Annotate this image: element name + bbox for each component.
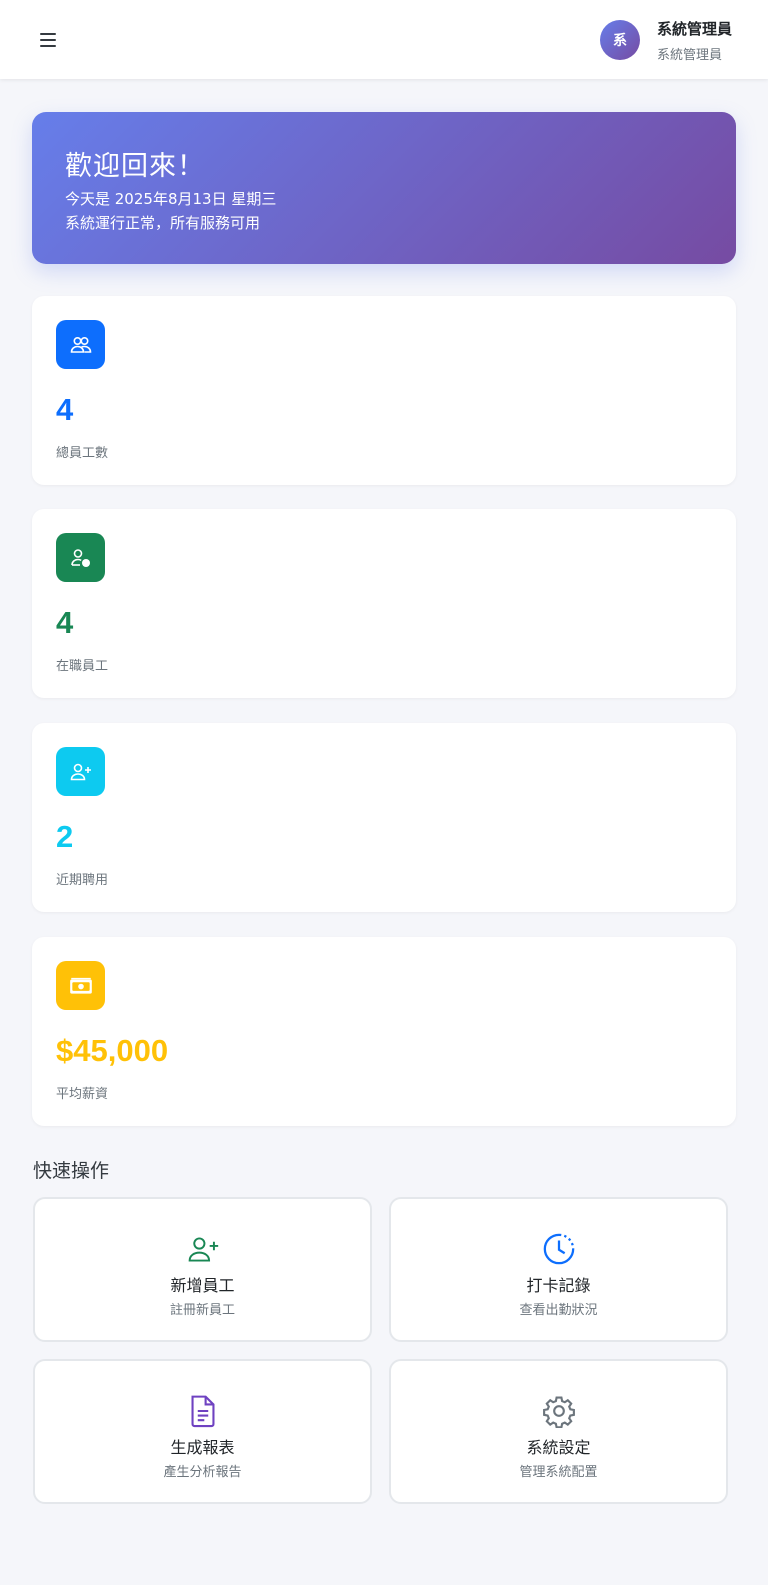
clock-icon	[541, 1231, 577, 1267]
generate-report-button[interactable]: 生成報表 產生分析報告	[33, 1359, 372, 1504]
stat-card-average-salary: $45,000 平均薪資	[32, 937, 736, 1126]
cash-icon	[56, 961, 105, 1010]
attendance-records-button[interactable]: 打卡記錄 查看出勤狀況	[389, 1197, 728, 1342]
action-title: 生成報表	[170, 1438, 235, 1457]
user-name: 系統管理員	[657, 20, 733, 38]
stat-card-total-employees: 4 總員工數	[32, 296, 736, 485]
people-icon	[56, 320, 105, 369]
gear-icon	[541, 1393, 577, 1429]
avatar[interactable]: 系	[600, 20, 640, 60]
action-subtitle: 管理系統配置	[519, 1465, 598, 1480]
stat-label: 平均薪資	[56, 1087, 109, 1102]
action-subtitle: 註冊新員工	[169, 1303, 235, 1318]
action-subtitle: 查看出勤狀況	[519, 1303, 598, 1318]
person-check-icon	[56, 533, 105, 582]
stat-value: 2	[56, 819, 74, 854]
person-add-icon	[185, 1231, 221, 1267]
stat-label: 在職員工	[56, 659, 109, 674]
stat-value: $45,000	[56, 1033, 169, 1068]
action-subtitle: 產生分析報告	[163, 1465, 242, 1480]
system-settings-button[interactable]: 系統設定 管理系統配置	[389, 1359, 728, 1504]
person-add-icon	[56, 747, 105, 796]
stat-card-recent-hires: 2 近期聘用	[32, 723, 736, 912]
add-employee-button[interactable]: 新增員工 註冊新員工	[33, 1197, 372, 1342]
stat-label: 總員工數	[56, 446, 109, 461]
hamburger-icon[interactable]	[38, 30, 60, 50]
stat-card-active-employees: 4 在職員工	[32, 509, 736, 698]
stat-value: 4	[56, 605, 74, 640]
action-title: 系統設定	[526, 1438, 591, 1457]
welcome-status: 系統運行正常，所有服務可用	[65, 214, 261, 232]
quick-actions-title: 快速操作	[33, 1160, 110, 1182]
welcome-date: 今天是 2025年8月13日 星期三	[65, 190, 277, 208]
user-role: 系統管理員	[657, 48, 723, 63]
action-title: 新增員工	[170, 1276, 235, 1295]
top-navbar: 系 系統管理員 系統管理員	[0, 0, 768, 79]
stat-label: 近期聘用	[56, 873, 109, 888]
welcome-banner: 歡迎回來！ 今天是 2025年8月13日 星期三 系統運行正常，所有服務可用	[32, 112, 736, 264]
document-icon	[185, 1393, 221, 1429]
stat-value: 4	[56, 392, 74, 427]
action-title: 打卡記錄	[526, 1276, 591, 1295]
welcome-title: 歡迎回來！	[65, 151, 205, 182]
